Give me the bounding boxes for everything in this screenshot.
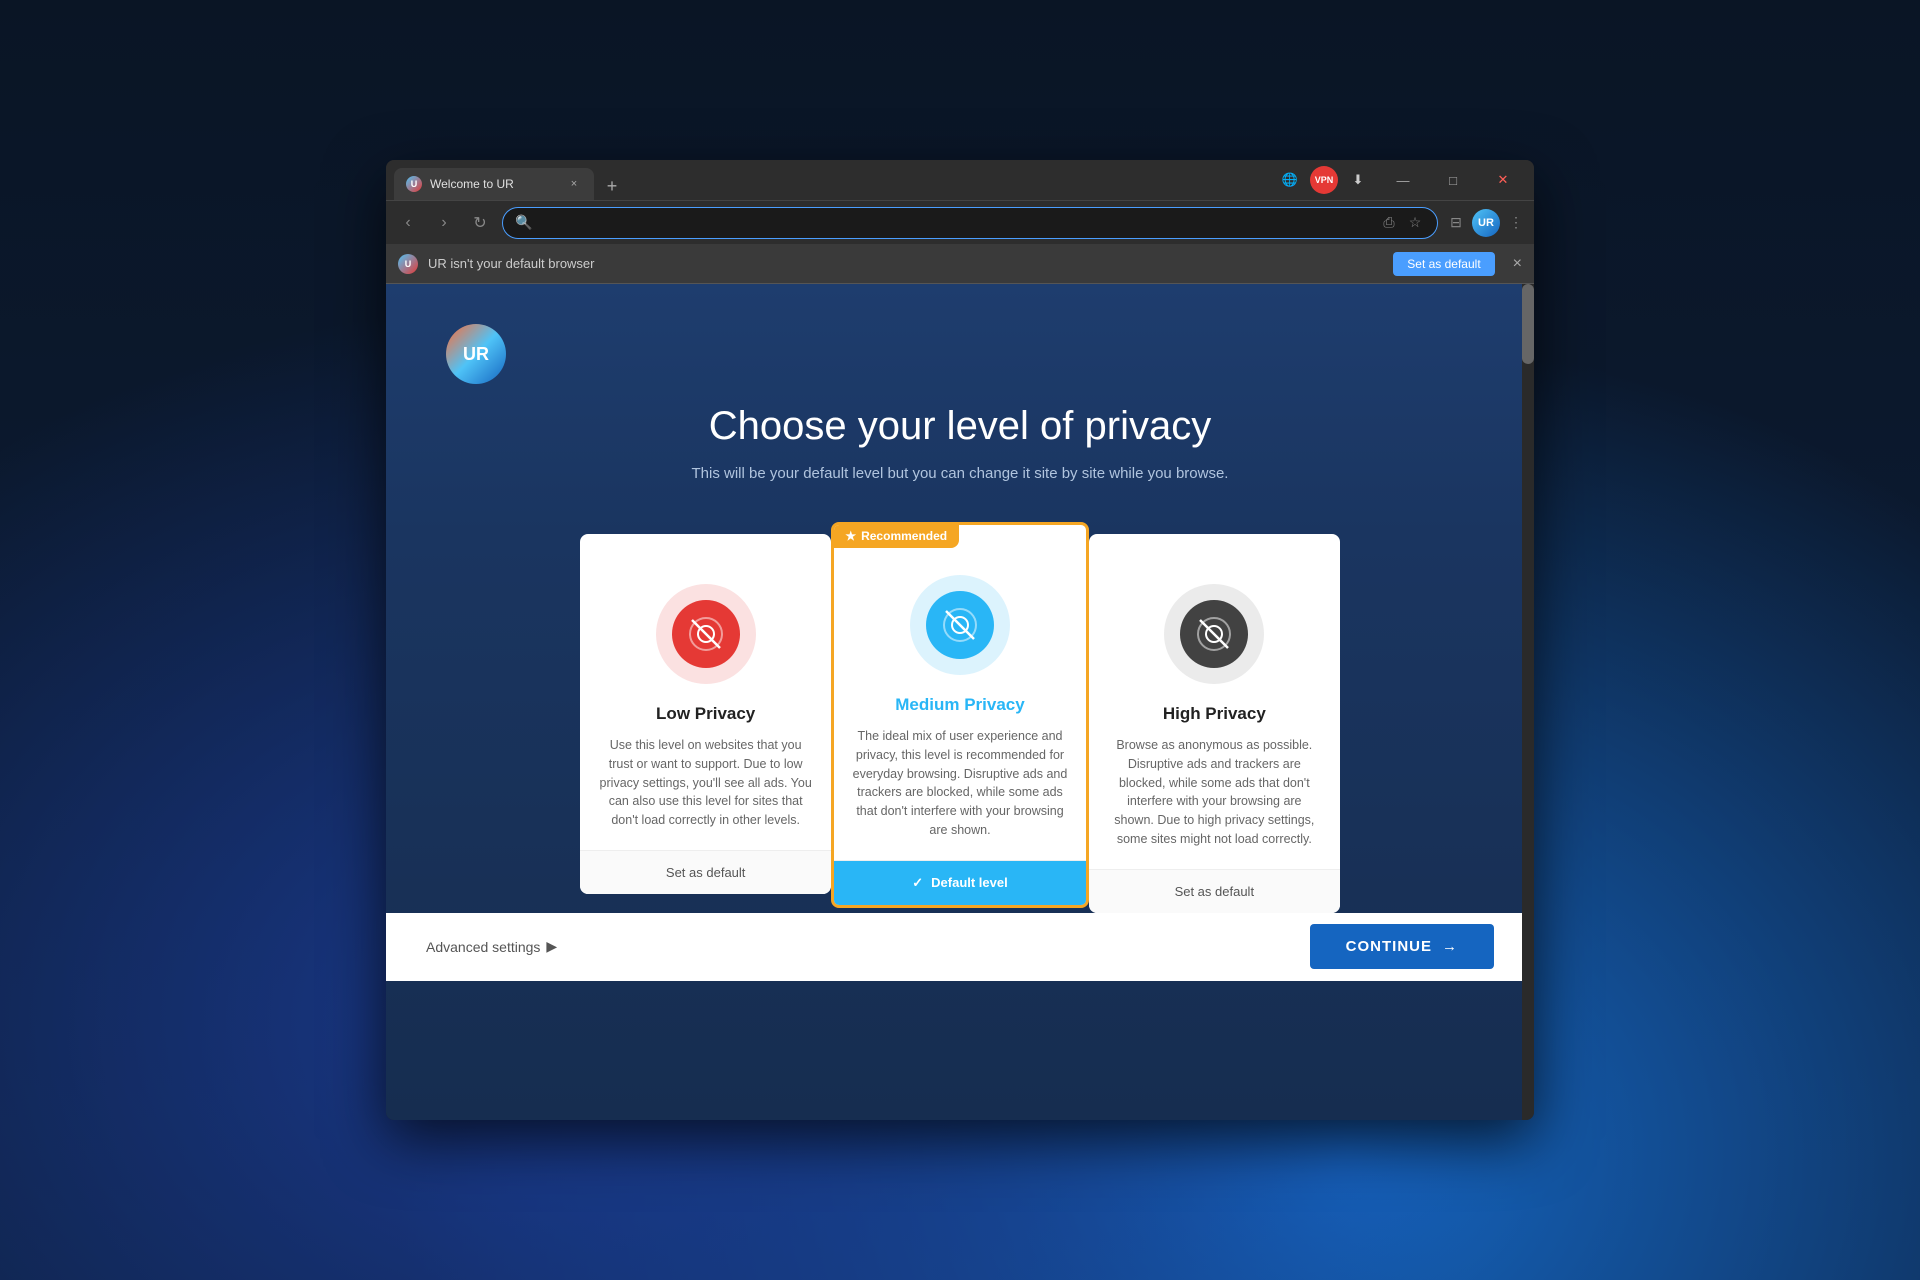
ur-logo: UR — [446, 324, 506, 384]
medium-card-name: Medium Privacy — [895, 695, 1024, 715]
search-input[interactable] — [540, 215, 1371, 230]
high-card-footer[interactable]: Set as default — [1089, 869, 1340, 913]
sidebar-toggle-icon[interactable]: ⊟ — [1446, 213, 1466, 233]
maximize-button[interactable]: □ — [1430, 164, 1476, 196]
window-controls: — □ ✕ — [1380, 164, 1526, 196]
privacy-cards-row: Low Privacy Use this level on websites t… — [580, 522, 1340, 913]
high-icon-outer — [1164, 584, 1264, 684]
notification-close-button[interactable]: × — [1513, 255, 1522, 273]
privacy-shield-icon-high — [1196, 616, 1232, 652]
profile-avatar[interactable]: UR — [1472, 209, 1500, 237]
scrollbar-thumb[interactable] — [1522, 284, 1534, 364]
high-icon-inner — [1180, 600, 1248, 668]
recommended-badge: ★ Recommended — [833, 524, 959, 548]
low-card-desc: Use this level on websites that you trus… — [580, 736, 831, 830]
continue-arrow-icon: → — [1442, 938, 1458, 955]
address-bar[interactable]: 🔍 ⎙ ☆ — [502, 207, 1438, 239]
medium-card-footer[interactable]: ✓ Default level — [834, 860, 1085, 905]
privacy-shield-icon-low — [688, 616, 724, 652]
low-card-name: Low Privacy — [656, 704, 755, 724]
continue-button[interactable]: CONTINUE → — [1310, 924, 1494, 969]
bottom-bar: Advanced settings ▶ CONTINUE → — [386, 913, 1534, 981]
checkmark-icon: ✓ — [912, 875, 923, 891]
low-icon-outer — [656, 584, 756, 684]
scrollbar-track[interactable] — [1522, 284, 1534, 1120]
page-title: Choose your level of privacy — [709, 404, 1211, 449]
notification-text: UR isn't your default browser — [428, 256, 1383, 271]
page-subtitle: This will be your default level but you … — [692, 465, 1229, 482]
bookmark-icon[interactable]: ☆ — [1405, 213, 1425, 233]
download-icon[interactable]: ⬇ — [1344, 166, 1372, 194]
set-as-default-button[interactable]: Set as default — [1393, 252, 1494, 276]
medium-card-desc: The ideal mix of user experience and pri… — [834, 727, 1085, 840]
browser-window: U Welcome to UR × + 🌐 VPN ⬇ — □ ✕ ‹ › ↻ … — [386, 160, 1534, 1120]
low-card-icon-wrap — [656, 584, 756, 684]
tab-strip: U Welcome to UR × + — [394, 160, 1276, 200]
navigation-bar: ‹ › ↻ 🔍 ⎙ ☆ ⊟ UR ⋮ — [386, 200, 1534, 244]
reload-button[interactable]: ↻ — [466, 209, 494, 237]
address-bar-actions: ⎙ ☆ — [1379, 213, 1425, 233]
high-privacy-card[interactable]: High Privacy Browse as anonymous as poss… — [1089, 534, 1340, 913]
search-icon: 🔍 — [515, 214, 532, 231]
privacy-shield-icon-medium — [942, 607, 978, 643]
advanced-settings-arrow-icon: ▶ — [546, 938, 557, 955]
new-tab-button[interactable]: + — [598, 172, 626, 200]
medium-card-icon-wrap — [910, 575, 1010, 675]
medium-icon-outer — [910, 575, 1010, 675]
forward-button[interactable]: › — [430, 209, 458, 237]
share-icon[interactable]: ⎙ — [1379, 213, 1399, 233]
minimize-button[interactable]: — — [1380, 164, 1426, 196]
more-menu-icon[interactable]: ⋮ — [1506, 213, 1526, 233]
high-card-name: High Privacy — [1163, 704, 1266, 724]
active-tab[interactable]: U Welcome to UR × — [394, 168, 594, 200]
low-privacy-card[interactable]: Low Privacy Use this level on websites t… — [580, 534, 831, 894]
page-content: UR Choose your level of privacy This wil… — [386, 284, 1534, 1120]
medium-icon-inner — [926, 591, 994, 659]
low-icon-inner — [672, 600, 740, 668]
close-button[interactable]: ✕ — [1480, 164, 1526, 196]
notification-bar: U UR isn't your default browser Set as d… — [386, 244, 1534, 284]
title-bar: U Welcome to UR × + 🌐 VPN ⬇ — □ ✕ — [386, 160, 1534, 200]
star-icon: ★ — [845, 529, 856, 543]
medium-privacy-card[interactable]: ★ Recommended — [831, 522, 1088, 908]
notif-favicon: U — [398, 254, 418, 274]
vpn-icon[interactable]: VPN — [1310, 166, 1338, 194]
page-inner: UR Choose your level of privacy This wil… — [386, 284, 1534, 913]
high-card-desc: Browse as anonymous as possible. Disrupt… — [1089, 736, 1340, 849]
tab-favicon: U — [406, 176, 422, 192]
nav-right-icons: ⊟ UR ⋮ — [1446, 209, 1526, 237]
advanced-settings-link[interactable]: Advanced settings ▶ — [426, 938, 557, 955]
globe-icon[interactable]: 🌐 — [1276, 166, 1304, 194]
tab-close-button[interactable]: × — [566, 176, 582, 192]
high-card-icon-wrap — [1164, 584, 1264, 684]
title-bar-right: 🌐 VPN ⬇ — [1276, 166, 1372, 194]
low-card-footer[interactable]: Set as default — [580, 850, 831, 894]
back-button[interactable]: ‹ — [394, 209, 422, 237]
tab-title: Welcome to UR — [430, 177, 558, 191]
